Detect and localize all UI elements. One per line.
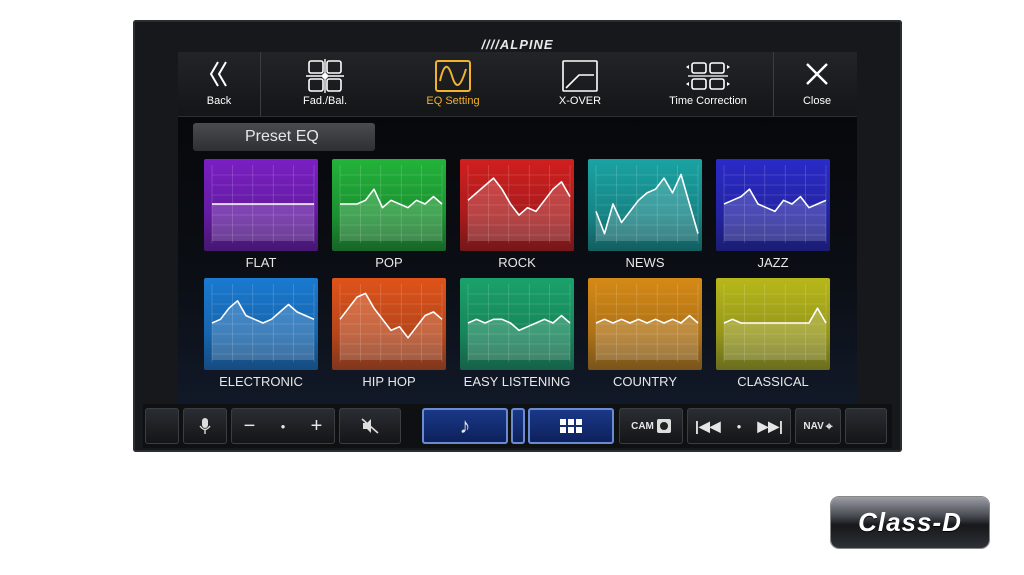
audio-button[interactable]: ♪ [422,408,508,444]
dot-icon: ● [736,421,742,431]
left-knob-button[interactable] [145,408,179,444]
head-unit: ////ALPINE Back Fad./Bal. EQ Setting X-O… [133,20,902,452]
home-indicator-button[interactable] [511,408,525,444]
preset-name: EASY LISTENING [463,374,571,389]
preset-tile-news[interactable]: NEWS [588,159,702,270]
preset-thumbnail [332,159,446,251]
eq-setting-button[interactable]: EQ Setting [408,52,498,116]
microphone-icon [199,418,211,434]
nav-button[interactable]: NAV ⌖ [795,408,841,444]
eq-curve-graph [723,284,827,362]
plus-icon: + [310,414,323,437]
time-correction-icon [686,62,730,90]
divider [260,52,261,116]
dot-icon: ● [280,421,286,431]
eq-curve-graph [723,165,827,243]
top-navigation-bar: Back Fad./Bal. EQ Setting X-OVER Time Co… [178,52,857,117]
eq-curve-graph [211,165,315,243]
back-label: Back [206,95,232,107]
preset-thumbnail [332,278,446,370]
crossover-icon [562,60,598,92]
preset-tile-flat[interactable]: FLAT [204,159,318,270]
preset-name: HIP HOP [362,374,416,389]
preset-name: COUNTRY [612,374,678,389]
brand-logo: ////ALPINE [481,37,554,52]
eq-wave-icon [435,60,471,92]
track-control[interactable]: |◀◀ ● ▶▶| [687,408,791,444]
fader-balance-button[interactable]: Fad./Bal. [280,52,370,116]
eq-curve-graph [595,284,699,362]
xover-label: X-OVER [558,95,602,107]
hardware-control-bar: − ● + ♪ CAM |◀◀ ● ▶▶| NAV ⌖ [143,404,892,448]
camera-button[interactable]: CAM [619,408,683,444]
eq-curve-graph [339,284,443,362]
preset-name: NEWS [625,255,665,270]
minus-icon: − [243,414,256,437]
right-knob-button[interactable] [845,408,887,444]
preset-tile-easy-listening[interactable]: EASY LISTENING [460,278,574,389]
cam-label: CAM [631,420,654,432]
mute-button[interactable] [339,408,401,444]
preset-thumbnail [460,278,574,370]
badge-text: Class-D [858,507,962,537]
preset-name: FLAT [245,255,277,270]
preset-tile-hip-hop[interactable]: HIP HOP [332,278,446,389]
grid-menu-icon [560,419,582,433]
preset-name: CLASSICAL [737,374,809,389]
preset-thumbnail [716,159,830,251]
preset-thumbnail [460,159,574,251]
eq-curve-graph [339,165,443,243]
fader-balance-icon [306,59,344,93]
preset-tile-jazz[interactable]: JAZZ [716,159,830,270]
close-label: Close [802,95,832,107]
back-button[interactable]: Back [184,52,254,116]
voice-button[interactable] [183,408,227,444]
map-pin-icon: ⌖ [825,418,833,433]
preset-eq-header: Preset EQ [193,123,375,151]
preset-name: POP [375,255,403,270]
double-chevron-left-icon [209,61,227,87]
preset-tile-rock[interactable]: ROCK [460,159,574,270]
time-correction-label: Time Correction [669,95,747,107]
preset-thumbnail [716,278,830,370]
volume-control[interactable]: − ● + [231,408,335,444]
xover-button[interactable]: X-OVER [535,52,625,116]
time-correction-button[interactable]: Time Correction [658,52,758,116]
previous-track-icon: |◀◀ [695,417,721,434]
eq-curve-graph [467,284,571,362]
close-button[interactable]: Close [782,52,852,116]
preset-tile-country[interactable]: COUNTRY [588,278,702,389]
music-note-icon: ♪ [459,413,471,438]
preset-thumbnail [588,159,702,251]
close-icon [806,63,828,85]
preset-name: ROCK [498,255,536,270]
preset-thumbnail [204,159,318,251]
camera-icon [656,419,671,433]
preset-thumbnail [588,278,702,370]
preset-tile-electronic[interactable]: ELECTRONIC [204,278,318,389]
eq-setting-label: EQ Setting [426,95,480,107]
next-track-icon: ▶▶| [757,417,783,434]
screen: Back Fad./Bal. EQ Setting X-OVER Time Co… [178,52,857,420]
preset-tile-classical[interactable]: CLASSICAL [716,278,830,389]
class-d-badge: Class-D [831,497,989,548]
preset-tile-pop[interactable]: POP [332,159,446,270]
menu-button[interactable] [528,408,614,444]
eq-curve-graph [211,284,315,362]
preset-name: ELECTRONIC [219,374,303,389]
mute-icon [361,418,379,434]
eq-curve-graph [595,165,699,243]
nav-label: NAV [803,420,824,432]
preset-thumbnail [204,278,318,370]
fad-bal-label: Fad./Bal. [302,95,348,107]
divider [773,52,774,116]
preset-name: JAZZ [757,255,789,270]
eq-curve-graph [467,165,571,243]
